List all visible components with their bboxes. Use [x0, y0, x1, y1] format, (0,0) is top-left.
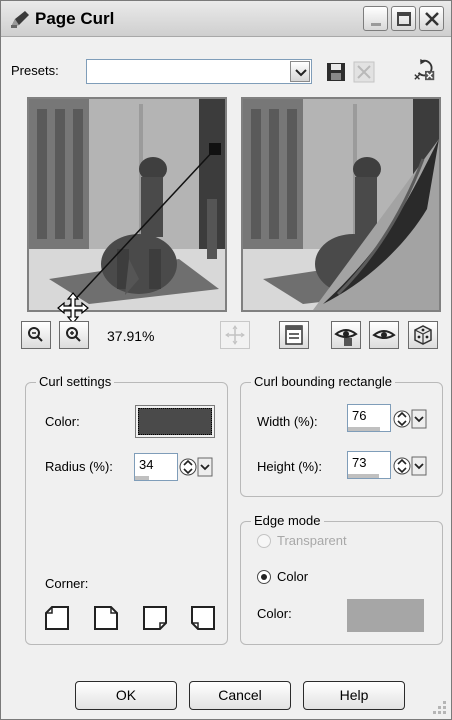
chevron-down-icon	[295, 69, 307, 77]
corner-label: Corner:	[45, 576, 89, 591]
zoom-level: 37.91%	[107, 328, 155, 344]
source-preview[interactable]	[27, 97, 227, 312]
title-bar[interactable]: Page Curl	[1, 1, 451, 37]
presets-dropdown-button[interactable]	[290, 61, 310, 82]
reset-to-default-icon[interactable]	[413, 58, 437, 82]
page-curl-app-icon	[11, 11, 29, 28]
maximize-icon	[397, 12, 411, 26]
auto-proof-button[interactable]	[331, 321, 361, 349]
close-button[interactable]	[419, 6, 444, 31]
edge-color-swatch[interactable]	[347, 599, 424, 632]
presets-label: Presets:	[11, 63, 59, 78]
maximize-button[interactable]	[391, 6, 416, 31]
delete-preset-icon[interactable]	[352, 60, 376, 84]
zoom-out-button[interactable]	[21, 321, 51, 349]
corner-top-right-icon[interactable]	[92, 604, 120, 632]
height-input[interactable]: 73	[347, 451, 391, 479]
resize-grip-icon[interactable]	[427, 695, 449, 717]
corner-bottom-right-icon[interactable]	[189, 604, 217, 632]
result-preview-image	[243, 99, 439, 310]
height-label: Height (%):	[257, 459, 323, 474]
proof-window-icon	[285, 325, 303, 345]
radius-value: 34	[139, 457, 154, 472]
ok-button[interactable]: OK	[75, 681, 177, 710]
cancel-button[interactable]: Cancel	[189, 681, 291, 710]
zoom-out-icon	[28, 327, 43, 342]
height-value: 73	[352, 455, 367, 470]
zoom-in-icon	[66, 327, 81, 342]
auto-proof-eye-icon	[334, 329, 358, 346]
result-preview	[241, 97, 441, 312]
radius-slider-bar	[135, 476, 150, 480]
show-preview-button[interactable]	[369, 321, 399, 349]
proof-button[interactable]	[279, 321, 309, 349]
zoom-in-button[interactable]	[59, 321, 89, 349]
corner-bottom-left-icon[interactable]	[141, 604, 169, 632]
minimize-icon	[371, 23, 381, 26]
randomize-button[interactable]	[408, 321, 438, 349]
curl-bounding-rectangle-group: Curl bounding rectangle	[240, 374, 443, 497]
width-label: Width (%):	[257, 414, 318, 429]
curl-color-fill	[138, 408, 212, 435]
window-title: Page Curl	[35, 9, 115, 28]
eye-icon	[372, 330, 396, 339]
width-value: 76	[352, 408, 367, 423]
pan-icon	[225, 325, 245, 345]
color-radio[interactable]	[257, 570, 271, 584]
height-slider-bar	[348, 474, 379, 478]
save-preset-icon[interactable]	[324, 60, 348, 84]
presets-combobox[interactable]	[86, 59, 312, 84]
corner-top-left-icon[interactable]	[43, 604, 71, 632]
width-spin-dropdown-icon[interactable]	[393, 408, 427, 430]
curl-settings-title: Curl settings	[36, 374, 115, 389]
transparent-label: Transparent	[277, 533, 347, 548]
color-radio-label: Color	[277, 569, 309, 584]
radius-input[interactable]: 34	[134, 453, 178, 481]
curl-color-swatch[interactable]	[135, 405, 215, 438]
radius-spin-dropdown-icon[interactable]	[179, 456, 213, 478]
transparent-radio[interactable]	[257, 534, 271, 548]
edge-color-label: Color:	[257, 606, 292, 621]
edge-mode-title: Edge mode	[251, 513, 324, 528]
curl-color-label: Color:	[45, 414, 80, 429]
width-input[interactable]: 76	[347, 404, 391, 432]
color-radio-dot	[261, 574, 267, 580]
radius-label: Radius (%):	[45, 459, 113, 474]
help-button[interactable]: Help	[303, 681, 405, 710]
pan-button[interactable]	[220, 321, 250, 349]
close-icon	[425, 12, 439, 26]
width-slider-bar	[348, 427, 380, 431]
height-spin-dropdown-icon[interactable]	[393, 455, 427, 477]
dice-icon	[414, 325, 432, 345]
page-curl-dialog: Page Curl Presets: 37.91% Curl settings …	[0, 0, 452, 720]
minimize-button[interactable]	[363, 6, 388, 31]
curl-bounding-rectangle-title: Curl bounding rectangle	[251, 374, 396, 389]
source-preview-image	[29, 99, 225, 310]
